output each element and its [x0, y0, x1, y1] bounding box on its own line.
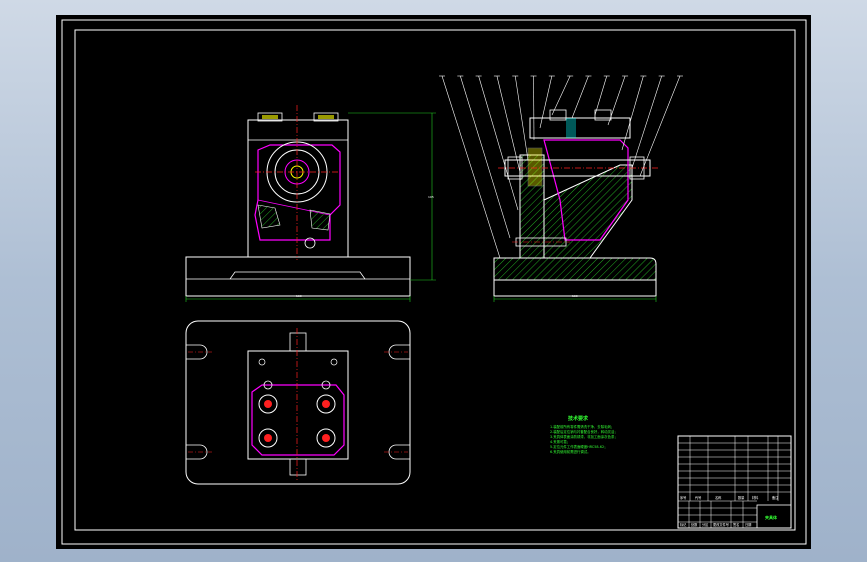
tb-label-2: 代号 — [695, 495, 701, 500]
notes-line-2: 2.装配后定位销与衬套配合良好，转动灵活； — [550, 429, 618, 434]
notes-line-4: 4.夹紧可靠； — [550, 439, 570, 444]
tb-bottom-label-3: 分区 — [702, 522, 709, 527]
tb-bottom-label-2: 处数 — [691, 522, 698, 527]
side-base-plate — [493, 257, 657, 281]
side-bushing — [527, 147, 543, 187]
bolt-hole-1-core — [264, 400, 272, 408]
front-top-nub-left-thread — [262, 115, 278, 119]
tb-bottom-label-6: 日期 — [745, 522, 751, 527]
side-top-insert — [566, 118, 576, 138]
bolt-hole-2-core — [322, 400, 330, 408]
drawing-sheet — [56, 15, 811, 549]
tb-label-5: 材料 — [752, 495, 759, 500]
tb-label-1: 序号 — [680, 495, 686, 500]
side-width-dim-label: 160 — [572, 294, 578, 298]
tb-label-3: 名称 — [715, 495, 722, 500]
cad-drawing-canvas[interactable]: 105 160 160 技术要求 1.装配前所有零件需清洗干净，去除毛刺； 2.… — [0, 0, 867, 562]
notes-title: 技术要求 — [568, 415, 589, 422]
notes-line-1: 1.装配前所有零件需清洗干净，去除毛刺； — [550, 424, 614, 429]
notes-line-3: 3.夹具体表面涂防锈漆，非加工面涂灰色漆； — [550, 434, 618, 439]
bolt-hole-4-core — [322, 434, 330, 442]
tb-bottom-label-1: 标记 — [680, 522, 687, 527]
front-height-dim-label: 105 — [428, 195, 434, 199]
bolt-hole-3-core — [264, 434, 272, 442]
tb-label-6: 备注 — [772, 495, 779, 500]
notes-line-6: 6.夹具使用前需进行调试。 — [550, 449, 591, 454]
tb-label-4: 数量 — [738, 495, 745, 500]
front-width-dim-label: 160 — [296, 294, 302, 298]
tb-bottom-label-5: 签名 — [733, 522, 739, 527]
title-block-drawing-name: 夹具体 — [765, 514, 778, 520]
tb-bottom-label-4: 更改文件号 — [713, 522, 729, 527]
notes-line-5: 5.定位元件工作表面硬度HRC58-62； — [550, 444, 608, 449]
drawing-svg: 105 160 160 技术要求 1.装配前所有零件需清洗干净，去除毛刺； 2.… — [56, 15, 811, 549]
front-top-nub-right-thread — [318, 115, 334, 119]
